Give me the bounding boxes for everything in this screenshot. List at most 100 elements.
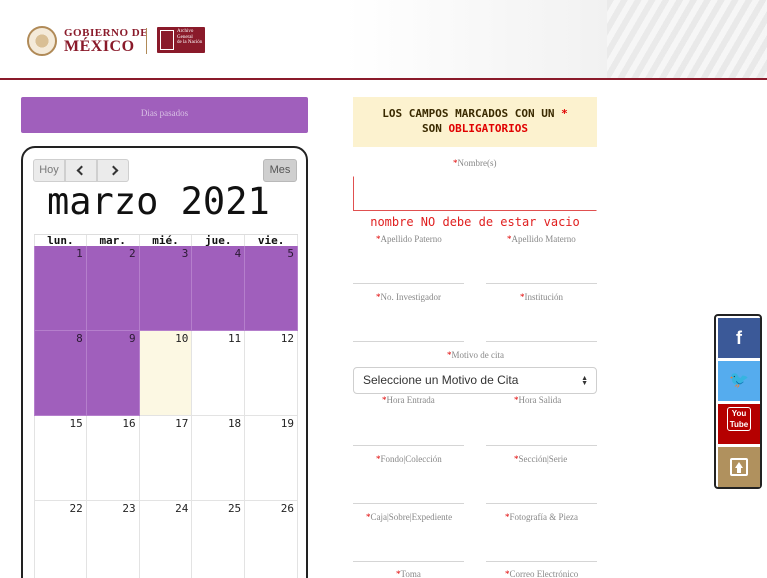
day-number: 9 [128,332,136,345]
calendar-week: 1 2 3 4 5 [34,246,298,331]
header-decorative-pattern [607,0,767,78]
calendar-day[interactable]: 22 [34,501,87,578]
calendar-day[interactable]: 26 [245,501,298,578]
institucion-label: *Institución [520,292,563,302]
weekday-label: mié. [140,235,193,247]
no-investigador-label-text: No. Investigador [380,292,442,302]
motivo-select[interactable]: Seleccione un Motivo de Cita ▲ ▼ [353,367,597,394]
calendar-day[interactable]: 18 [192,416,246,501]
calendar-day[interactable]: 11 [192,331,246,416]
calendar-day[interactable]: 2 [86,246,140,331]
no-investigador-input[interactable] [353,316,464,342]
calendar-day[interactable]: 25 [192,501,246,578]
day-number: 11 [227,332,242,345]
calendar-day[interactable]: 1 [34,246,87,331]
day-number: 17 [175,417,189,430]
fotografia-label-text: Fotografía & Pieza [509,512,578,522]
weekday-header: lun. mar. mié. jue. vie. [34,234,298,247]
calendar-day[interactable]: 17 [139,416,193,501]
hora-salida-input[interactable] [486,420,597,446]
weekday-label: mar. [87,235,140,247]
weekday-label: lun. [34,235,87,247]
day-number: 26 [280,502,294,515]
day-number: 10 [175,332,189,345]
nombre-label: *Nombre(s) [453,158,497,168]
fotografia-input[interactable] [486,536,597,562]
youtube-button[interactable]: You Tube [718,404,760,444]
calendar-day[interactable]: 8 [34,331,87,416]
motivo-label-text: Motivo de cita [451,350,505,360]
fondo-label: *Fondo|Colección [376,454,442,464]
day-number: 19 [280,417,294,430]
calendar-day[interactable]: 9 [86,331,140,416]
arrow-up-icon [730,458,748,476]
today-button[interactable]: Hoy [33,159,65,182]
notice-asterisk: * [561,107,568,120]
archivo-general-logo[interactable]: Archivo General de la Nación [157,27,205,53]
day-number: 8 [76,332,83,345]
toma-label: *Toma [396,569,421,578]
calendar-day[interactable]: 23 [87,501,140,578]
calendar-day-today[interactable]: 10 [139,331,193,416]
nombre-error-message: nombre NO debe de estar vacio [370,215,580,229]
day-number: 4 [234,247,242,260]
notice-text: LOS CAMPOS MARCADOS CON UN [382,107,555,120]
calendar-week: 15 16 17 18 19 [34,416,298,501]
prev-month-button[interactable] [65,159,97,182]
month-view-button[interactable]: Mes [263,159,297,182]
day-number: 23 [122,502,136,515]
motivo-selected-value: Seleccione un Motivo de Cita [363,373,519,387]
caja-label: *Caja|Sobre|Expediente [366,512,452,522]
archivo-emblem-icon [160,30,174,50]
gobierno-logo-line2[interactable]: MÉXICO [64,38,135,56]
apellido-paterno-label: *Apellido Paterno [376,234,442,244]
institucion-label-text: Institución [524,292,564,302]
calendar: Hoy Mes marzo 2021 lun. mar. mié. jue. v… [21,146,308,578]
day-number: 25 [227,502,242,515]
calendar-day[interactable]: 15 [34,416,87,501]
apellido-materno-label: *Apellido Materno [507,234,576,244]
day-number: 15 [69,417,83,430]
hora-entrada-input[interactable] [353,420,464,446]
social-sidebar: f 🐦 You Tube [714,314,762,489]
next-month-button[interactable] [97,159,129,182]
calendar-day[interactable]: 19 [245,416,298,501]
day-number: 22 [69,502,83,515]
calendar-day[interactable]: 4 [192,246,246,331]
mexico-seal-icon[interactable] [27,26,57,56]
institucion-input[interactable] [486,316,597,342]
calendar-day[interactable]: 24 [140,501,193,578]
hora-salida-label-text: Hora Salida [518,395,562,405]
past-days-legend: Dias pasados [21,97,308,133]
nombre-input[interactable] [353,176,597,211]
archivo-logo-text: Archivo General de la Nación [177,29,203,45]
calendar-day[interactable]: 12 [245,331,298,416]
calendar-grid: lun. mar. mié. jue. vie. 1 2 3 4 5 8 9 1… [34,234,298,578]
day-number: 1 [76,247,83,260]
calendar-day[interactable]: 16 [86,416,140,501]
calendar-day[interactable]: 5 [245,246,298,331]
scroll-top-button[interactable] [718,447,760,487]
motivo-label: *Motivo de cita [447,350,504,360]
weekday-label: jue. [192,235,246,247]
calendar-day[interactable]: 3 [139,246,193,331]
no-investigador-label: *No. Investigador [376,292,441,302]
notice-text-son: SON [422,122,442,135]
fondo-input[interactable] [353,478,464,504]
facebook-button[interactable]: f [718,318,760,358]
apellido-materno-input[interactable] [486,258,597,284]
site-header: GOBIERNO DE MÉXICO Archivo General de la… [0,0,767,80]
day-number: 5 [287,247,294,260]
calendar-title: marzo 2021 [47,180,270,223]
calendar-week: 22 23 24 25 26 [34,501,298,578]
caja-label-text: Caja|Sobre|Expediente [370,512,453,522]
seccion-input[interactable] [486,478,597,504]
day-number: 3 [181,247,189,260]
apellido-paterno-input[interactable] [353,258,464,284]
chevron-right-icon [108,165,118,176]
twitter-button[interactable]: 🐦 [718,361,760,401]
caja-input[interactable] [353,536,464,562]
required-fields-notice: LOS CAMPOS MARCADOS CON UN * SON OBLIGAT… [353,97,597,147]
calendar-week: 8 9 10 11 12 [34,331,298,416]
day-number: 24 [175,502,189,515]
